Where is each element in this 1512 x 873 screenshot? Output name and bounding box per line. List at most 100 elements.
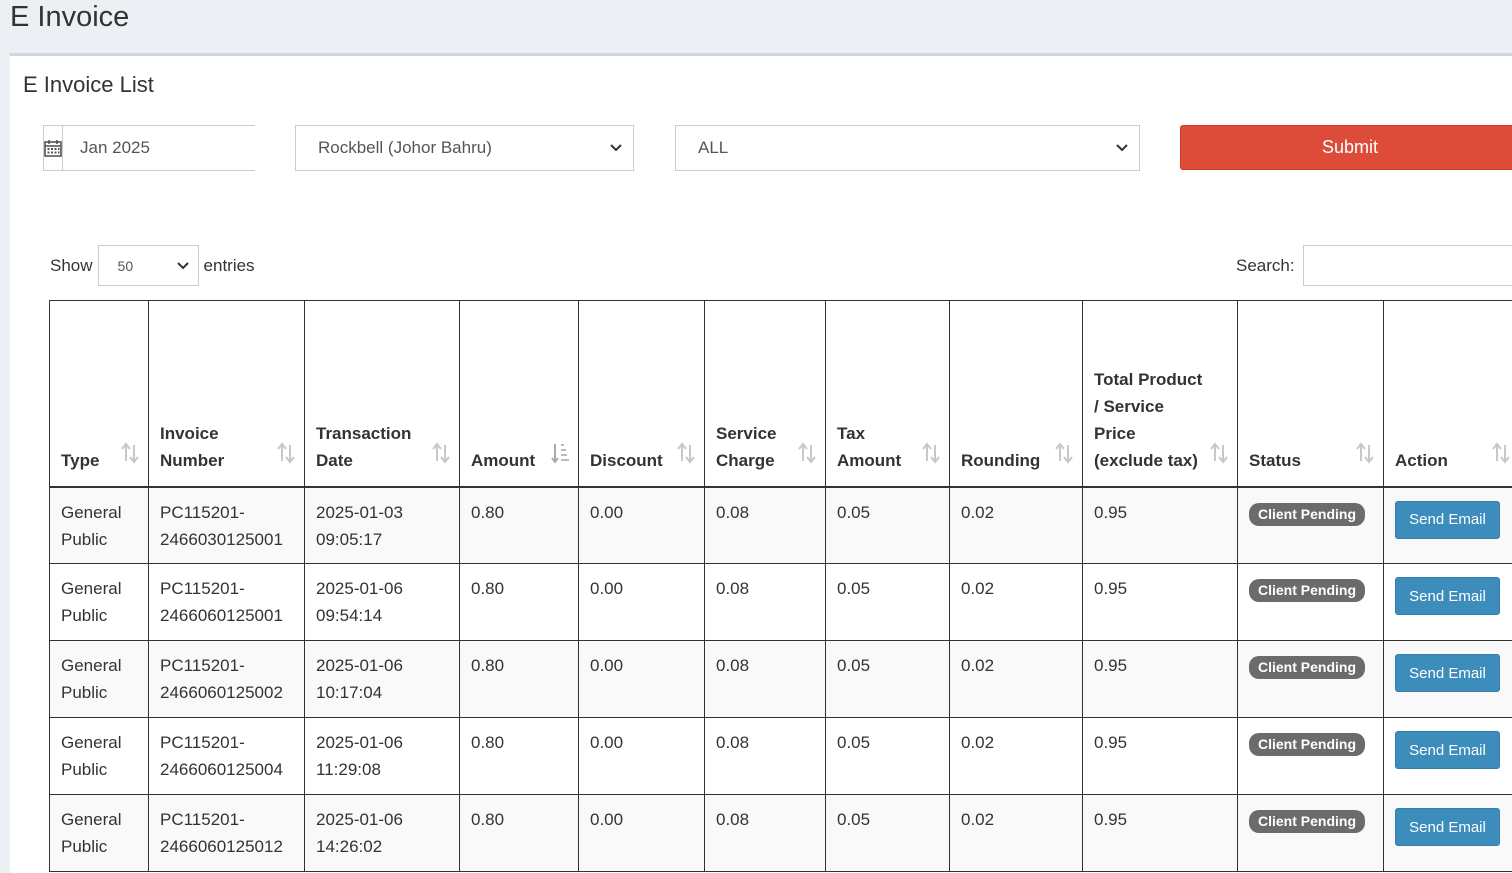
chevron-down-icon (176, 260, 190, 272)
column-header-label: Action (1395, 451, 1448, 470)
status-badge: Client Pending (1249, 503, 1365, 526)
search-input[interactable] (1303, 245, 1512, 286)
send-email-button[interactable]: Send Email (1395, 731, 1500, 769)
table-row: General PublicPC115201-24660601250012025… (50, 564, 1512, 641)
show-label: Show (50, 256, 93, 276)
cell-discount: 0.00 (579, 487, 705, 564)
cell-action: Send Email (1384, 641, 1512, 718)
send-email-button[interactable]: Send Email (1395, 577, 1500, 615)
cell-date: 2025-01-0614:26:02 (305, 795, 460, 872)
month-picker[interactable] (43, 125, 255, 171)
cell-amount: 0.80 (460, 564, 579, 641)
cell-discount: 0.00 (579, 718, 705, 795)
cell-date-value: 2025-01-06 (316, 733, 403, 752)
cell-discount: 0.00 (579, 564, 705, 641)
page-title: E Invoice (10, 0, 129, 34)
send-email-button[interactable]: Send Email (1395, 808, 1500, 846)
month-input[interactable] (63, 126, 301, 170)
box-title: E Invoice List (23, 72, 154, 98)
cell-date-value: 2025-01-03 (316, 503, 403, 522)
status-select[interactable]: ALL (675, 125, 1140, 171)
sort-both-icon (121, 442, 139, 472)
cell-amount: 0.80 (460, 487, 579, 564)
column-header-label: Discount (590, 451, 663, 470)
column-header-0[interactable]: Type (50, 301, 149, 487)
column-header-5[interactable]: Service Charge (705, 301, 826, 487)
outlet-select[interactable]: Rockbell (Johor Bahru) (295, 125, 634, 171)
invoice-table: Type Invoice Number Transaction Date Amount… (49, 300, 1512, 872)
cell-action: Send Email (1384, 487, 1512, 564)
cell-status: Client Pending (1238, 564, 1384, 641)
cell-date: 2025-01-0609:54:14 (305, 564, 460, 641)
cell-rounding: 0.02 (950, 641, 1083, 718)
column-header-4[interactable]: Discount (579, 301, 705, 487)
status-badge: Client Pending (1249, 810, 1365, 833)
cell-total: 0.95 (1083, 641, 1238, 718)
column-header-3[interactable]: Amount (460, 301, 579, 487)
sort-both-icon (1492, 442, 1510, 472)
column-header-label: Amount (471, 451, 535, 470)
sort-both-icon (1055, 442, 1073, 472)
cell-type: General Public (50, 487, 149, 564)
cell-type: General Public (50, 718, 149, 795)
cell-type: General Public (50, 641, 149, 718)
column-header-label: Status (1249, 451, 1301, 470)
cell-service: 0.08 (705, 641, 826, 718)
cell-action: Send Email (1384, 718, 1512, 795)
table-header-row: Type Invoice Number Transaction Date Amount… (50, 301, 1512, 487)
cell-time-value: 09:54:14 (316, 606, 382, 625)
cell-invoice: PC115201-2466060125012 (149, 795, 305, 872)
chevron-down-icon (1115, 142, 1129, 154)
column-header-label: Total Product / Service Price (exclude t… (1094, 370, 1202, 470)
calendar-icon[interactable] (44, 126, 63, 170)
send-email-button[interactable]: Send Email (1395, 654, 1500, 692)
send-email-button[interactable]: Send Email (1395, 501, 1500, 539)
column-header-label: Rounding (961, 451, 1040, 470)
invoice-list-box: E Invoice List Rockbell (Johor Bahru) AL… (10, 53, 1512, 873)
cell-service: 0.08 (705, 487, 826, 564)
column-header-label: Service Charge (716, 424, 777, 470)
status-select-value: ALL (698, 138, 728, 158)
status-badge: Client Pending (1249, 579, 1365, 602)
column-header-8[interactable]: Total Product / Service Price (exclude t… (1083, 301, 1238, 487)
cell-tax: 0.05 (826, 641, 950, 718)
cell-date: 2025-01-0610:17:04 (305, 641, 460, 718)
cell-rounding: 0.02 (950, 564, 1083, 641)
column-header-1[interactable]: Invoice Number (149, 301, 305, 487)
cell-tax: 0.05 (826, 564, 950, 641)
sort-both-icon (277, 442, 295, 472)
cell-discount: 0.00 (579, 795, 705, 872)
column-header-9[interactable]: Status (1238, 301, 1384, 487)
column-header-label: Type (61, 451, 99, 470)
cell-type: General Public (50, 564, 149, 641)
sort-both-icon (922, 442, 940, 472)
cell-amount: 0.80 (460, 795, 579, 872)
cell-date: 2025-01-0309:05:17 (305, 487, 460, 564)
entries-length: Show 50 entries (50, 245, 255, 286)
entries-select[interactable]: 50 (98, 245, 199, 286)
status-badge: Client Pending (1249, 733, 1365, 756)
cell-rounding: 0.02 (950, 487, 1083, 564)
cell-status: Client Pending (1238, 795, 1384, 872)
column-header-label: Invoice Number (160, 424, 224, 470)
column-header-6[interactable]: Tax Amount (826, 301, 950, 487)
cell-tax: 0.05 (826, 718, 950, 795)
column-header-10[interactable]: Action (1384, 301, 1512, 487)
cell-invoice: PC115201-2466060125002 (149, 641, 305, 718)
table-row: General PublicPC115201-24660601250042025… (50, 718, 1512, 795)
submit-button[interactable]: Submit (1180, 125, 1512, 170)
status-badge: Client Pending (1249, 656, 1365, 679)
column-header-7[interactable]: Rounding (950, 301, 1083, 487)
table-row: General PublicPC115201-24660301250012025… (50, 487, 1512, 564)
cell-tax: 0.05 (826, 487, 950, 564)
cell-tax: 0.05 (826, 795, 950, 872)
column-header-label: Transaction Date (316, 424, 411, 470)
column-header-2[interactable]: Transaction Date (305, 301, 460, 487)
cell-total: 0.95 (1083, 795, 1238, 872)
cell-discount: 0.00 (579, 641, 705, 718)
cell-date-value: 2025-01-06 (316, 810, 403, 829)
sort-both-icon (1210, 442, 1228, 472)
sort-both-icon (1356, 442, 1374, 472)
entries-label: entries (204, 256, 255, 276)
entries-select-value: 50 (118, 258, 134, 274)
